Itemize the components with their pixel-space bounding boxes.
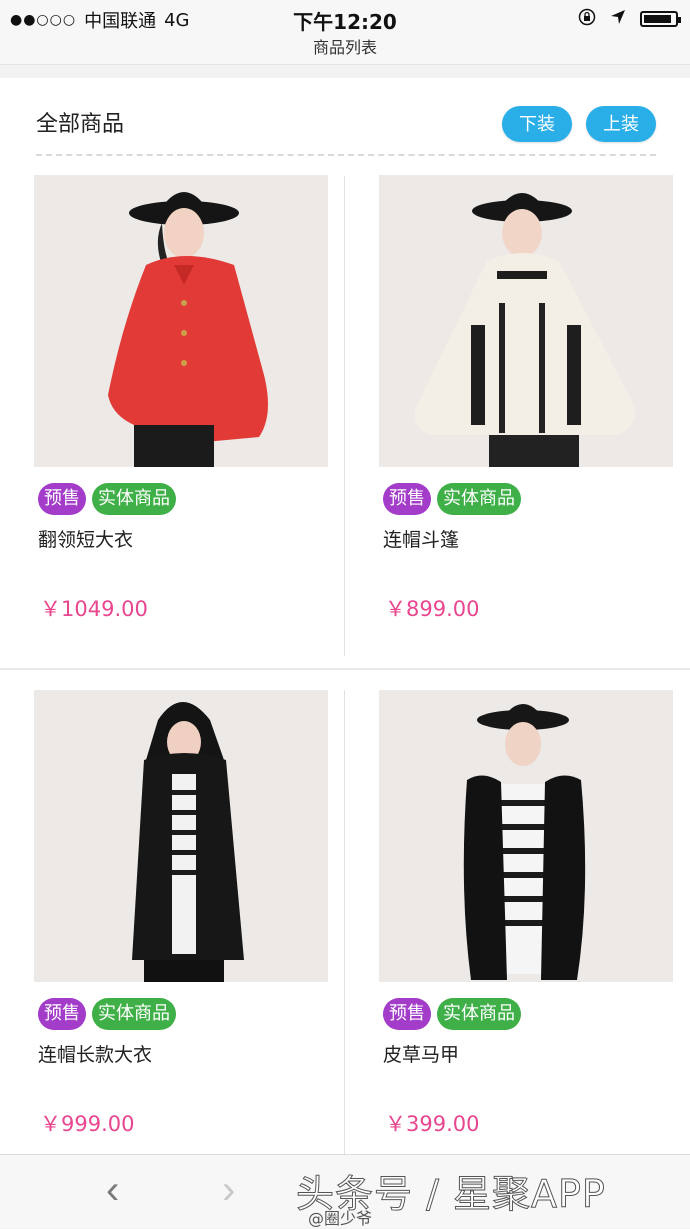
watermark-author: @圈少爷 <box>308 1209 373 1228</box>
top-bar: ●●○○○ 中国联通 4G 下午12:20 商品列表 <box>0 0 690 65</box>
product-price: ￥399.00 <box>385 1112 480 1136</box>
product-card[interactable]: 预售 实体商品 连帽斗篷 ￥899.00 <box>379 175 679 645</box>
page-title: 商品列表 <box>312 38 377 57</box>
filter-bottoms-button[interactable]: 下装 <box>502 106 572 142</box>
dashed-divider <box>36 154 656 156</box>
physical-product-tag: 实体商品 <box>92 483 176 515</box>
product-name: 连帽斗篷 <box>383 529 460 551</box>
browser-toolbar: ‹ › 头条号 / 星聚APP @圈少爷 <box>0 1154 690 1228</box>
column-divider <box>344 690 345 1154</box>
location-icon <box>610 9 626 29</box>
battery-icon <box>640 11 681 27</box>
tag-row: 预售 实体商品 <box>38 483 176 515</box>
physical-product-tag: 实体商品 <box>92 998 176 1030</box>
product-price: ￥899.00 <box>385 597 480 621</box>
forward-button[interactable]: › <box>216 1167 241 1214</box>
tag-row: 预售 实体商品 <box>383 998 521 1030</box>
product-image[interactable] <box>379 175 673 467</box>
section-title: 全部商品 <box>36 112 125 137</box>
product-price: ￥1049.00 <box>40 597 148 621</box>
product-image[interactable] <box>34 690 328 982</box>
column-divider <box>344 176 345 656</box>
product-card[interactable]: 预售 实体商品 翻领短大衣 ￥1049.00 <box>34 175 334 645</box>
presale-tag: 预售 <box>383 998 431 1030</box>
presale-tag: 预售 <box>38 998 86 1030</box>
product-list-panel: 全部商品 下装 上装 预售 实体商品 翻领短大衣 ￥1049.00 预售 实体商… <box>0 78 690 1154</box>
tag-row: 预售 实体商品 <box>38 998 176 1030</box>
filter-tops-button[interactable]: 上装 <box>586 106 656 142</box>
status-right <box>578 8 681 30</box>
presale-tag: 预售 <box>38 483 86 515</box>
product-price: ￥999.00 <box>40 1112 135 1136</box>
product-card[interactable]: 预售 实体商品 连帽长款大衣 ￥999.00 <box>34 690 334 1154</box>
row-divider <box>0 668 690 670</box>
orientation-lock-icon <box>578 8 596 30</box>
product-name: 翻领短大衣 <box>38 529 134 551</box>
product-name: 连帽长款大衣 <box>38 1044 153 1066</box>
back-button[interactable]: ‹ <box>100 1167 125 1214</box>
status-bar: ●●○○○ 中国联通 4G 下午12:20 <box>0 0 690 36</box>
product-name: 皮草马甲 <box>383 1044 460 1066</box>
product-card[interactable]: 预售 实体商品 皮草马甲 ￥399.00 <box>379 690 679 1154</box>
product-image[interactable] <box>34 175 328 467</box>
physical-product-tag: 实体商品 <box>437 483 521 515</box>
tag-row: 预售 实体商品 <box>383 483 521 515</box>
presale-tag: 预售 <box>383 483 431 515</box>
physical-product-tag: 实体商品 <box>437 998 521 1030</box>
product-image[interactable] <box>379 690 673 982</box>
